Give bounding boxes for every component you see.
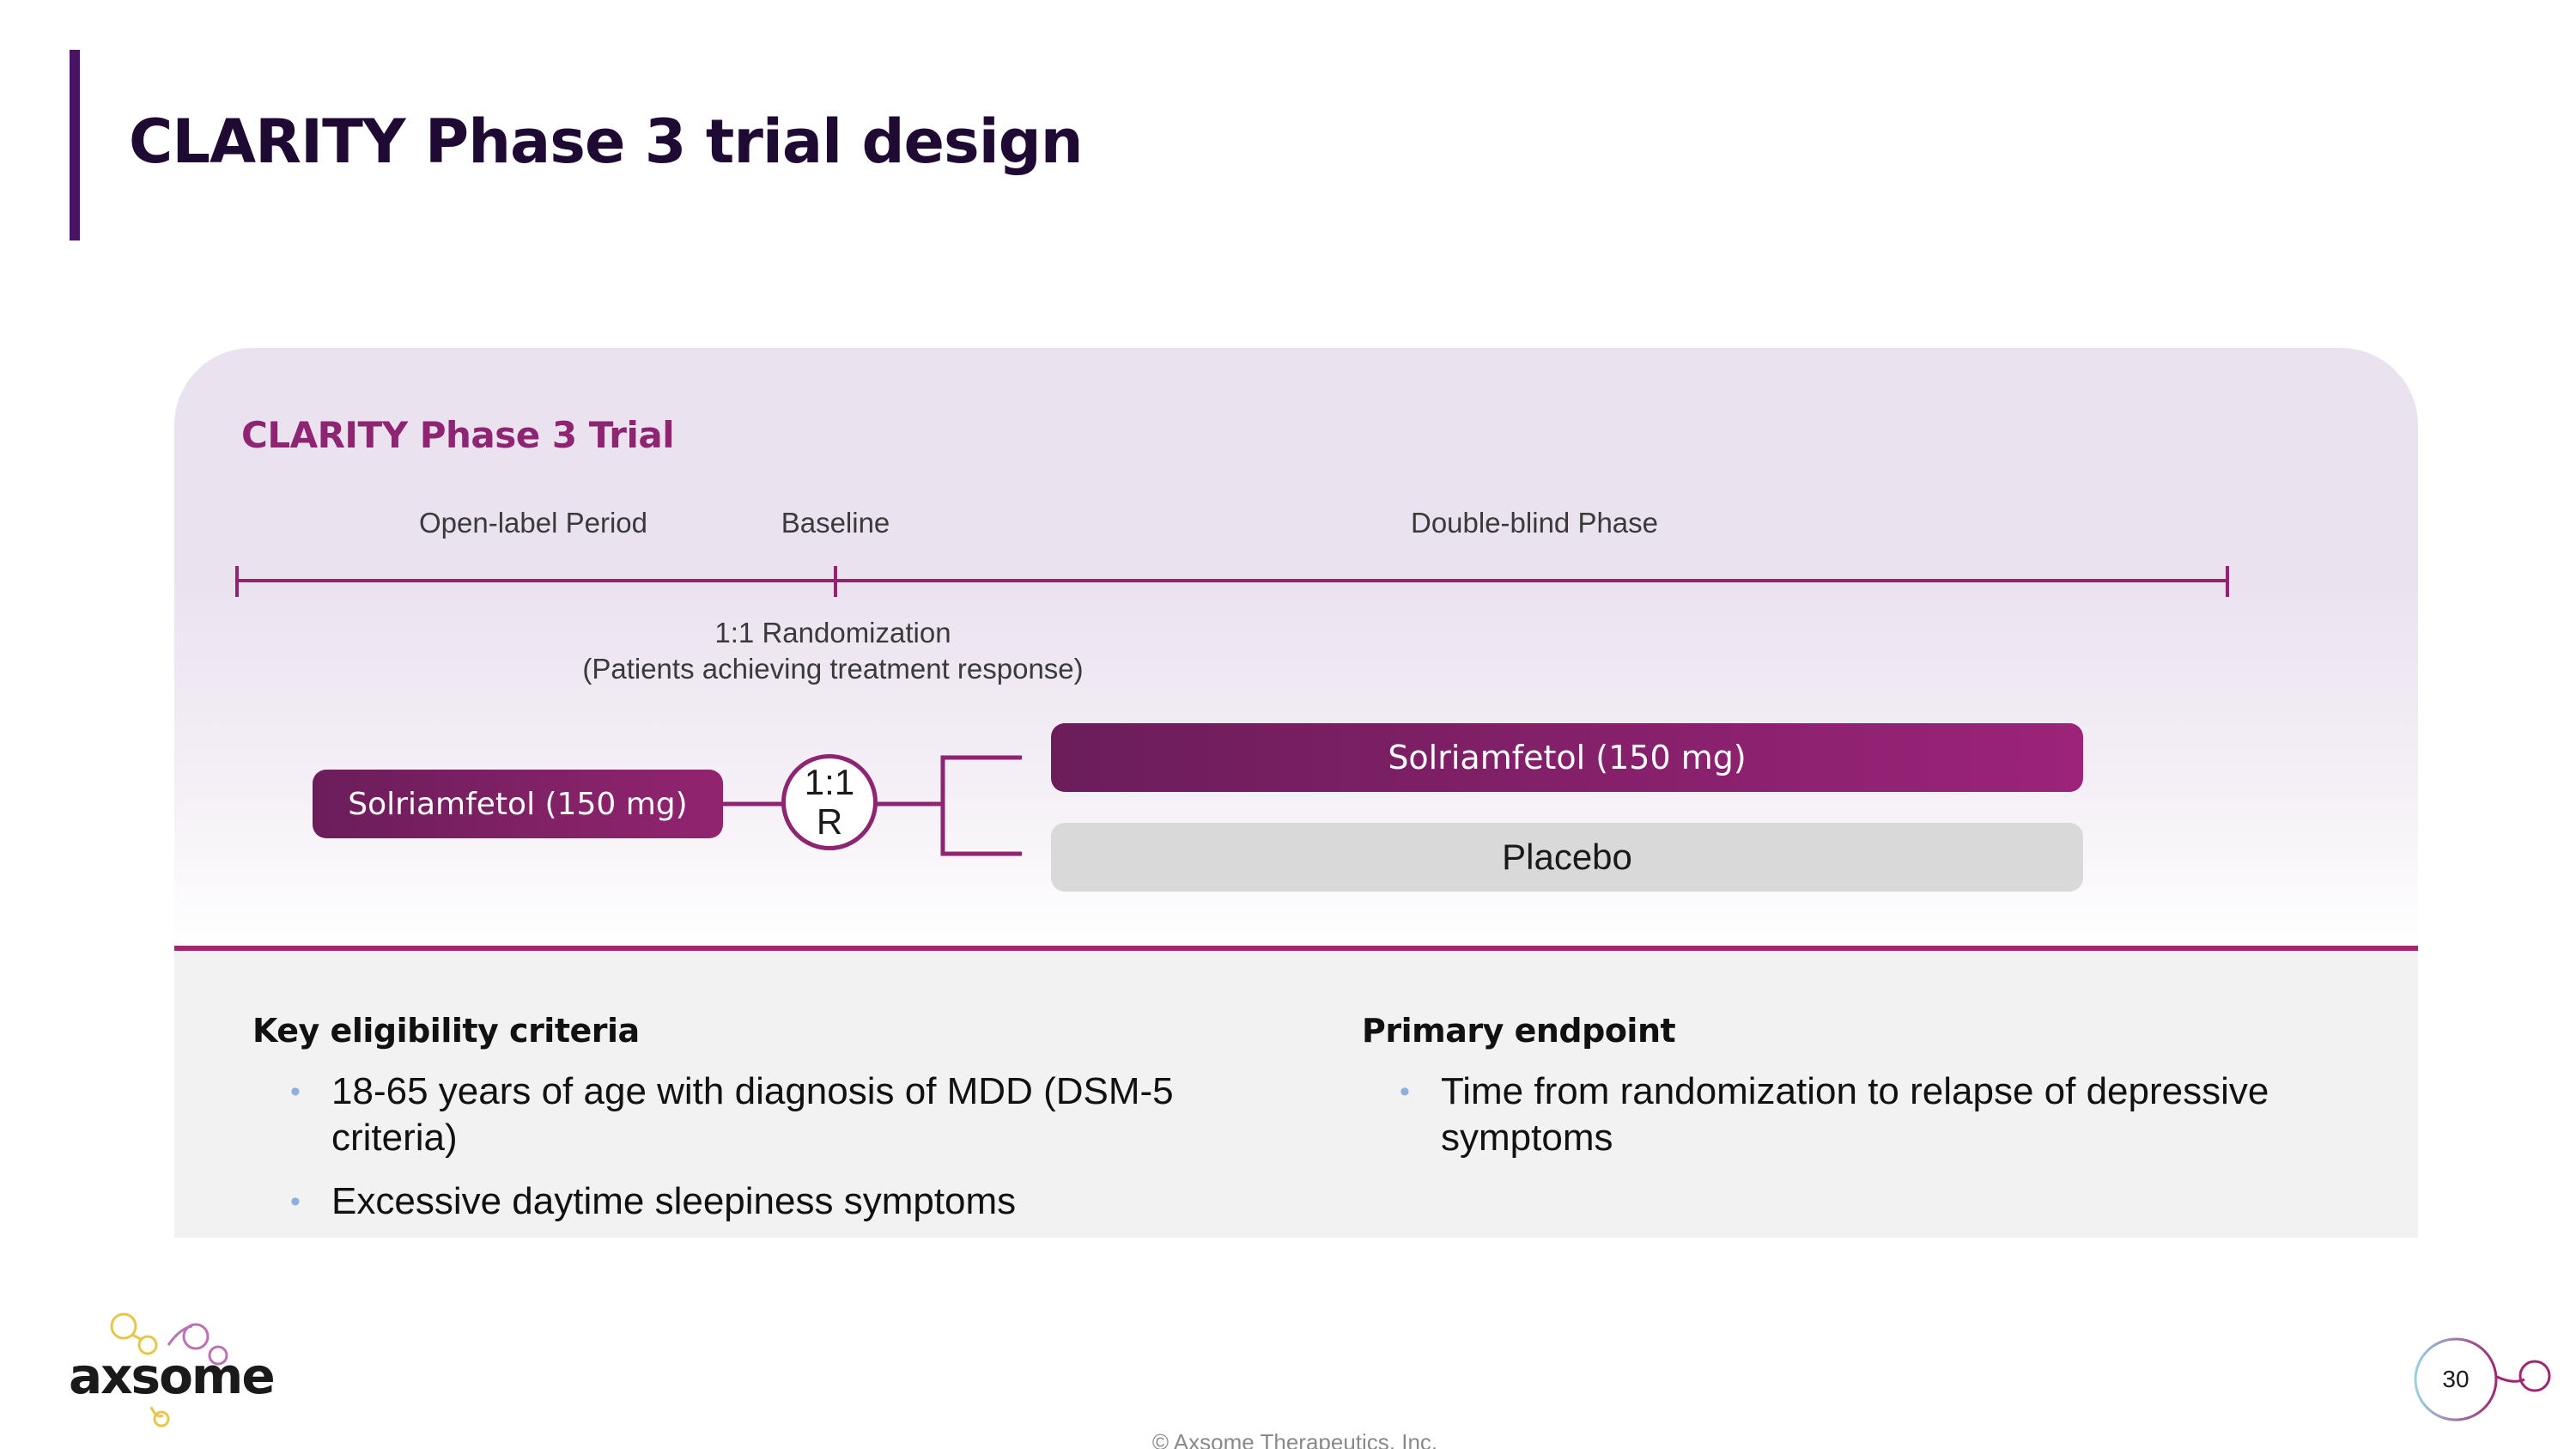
title-accent-bar <box>70 50 80 240</box>
bullet-icon: • <box>1400 1075 1410 1108</box>
placebo-arm: Placebo <box>1051 823 2083 892</box>
eligibility-section: Key eligibility criteria • 18-65 years o… <box>252 1012 1283 1242</box>
open-label-arm: Solriamfetol (150 mg) <box>313 770 723 838</box>
eligibility-item-text: 18-65 years of age with diagnosis of MDD… <box>331 1070 1174 1159</box>
phase-label-open-label: Open-label Period <box>419 507 647 539</box>
trial-title: CLARITY Phase 3 Trial <box>241 414 675 456</box>
eligibility-item: • Excessive daytime sleepiness symptoms <box>252 1178 1283 1225</box>
endpoint-section: Primary endpoint • Time from randomizati… <box>1362 1012 2358 1178</box>
eligibility-list: • 18-65 years of age with diagnosis of M… <box>252 1068 1283 1225</box>
copyright-footer: © Axsome Therapeutics, Inc. <box>1151 1429 1438 1449</box>
randomization-note-line1: 1:1 Randomization <box>714 617 951 648</box>
randomization-note-line2: (Patients achieving treatment response) <box>582 653 1084 685</box>
randomization-note: 1:1 Randomization (Patients achieving tr… <box>582 615 1083 687</box>
eligibility-item: • 18-65 years of age with diagnosis of M… <box>252 1068 1283 1161</box>
phase-label-double-blind: Double-blind Phase <box>1410 507 1659 539</box>
page-number: 30 <box>2442 1366 2470 1392</box>
endpoint-heading: Primary endpoint <box>1362 1012 1676 1050</box>
bullet-icon: • <box>290 1075 301 1108</box>
endpoint-item: • Time from randomization to relapse of … <box>1362 1068 2358 1161</box>
bullet-icon: • <box>290 1185 301 1218</box>
randomization-ratio: 1:1 <box>804 762 855 802</box>
endpoint-item-text: Time from randomization to relapse of de… <box>1441 1070 2269 1159</box>
eligibility-heading: Key eligibility criteria <box>252 1012 640 1050</box>
page-title: CLARITY Phase 3 trial design <box>129 107 1084 177</box>
randomization-node: 1:1 R <box>781 754 878 850</box>
randomization-letter: R <box>816 801 843 842</box>
axsome-logo-text: axsome <box>69 1347 276 1405</box>
phase-label-baseline: Baseline <box>781 507 890 539</box>
eligibility-item-text: Excessive daytime sleepiness symptoms <box>331 1180 1017 1222</box>
endpoint-list: • Time from randomization to relapse of … <box>1362 1068 2358 1161</box>
drug-arm: Solriamfetol (150 mg) <box>1051 723 2083 792</box>
